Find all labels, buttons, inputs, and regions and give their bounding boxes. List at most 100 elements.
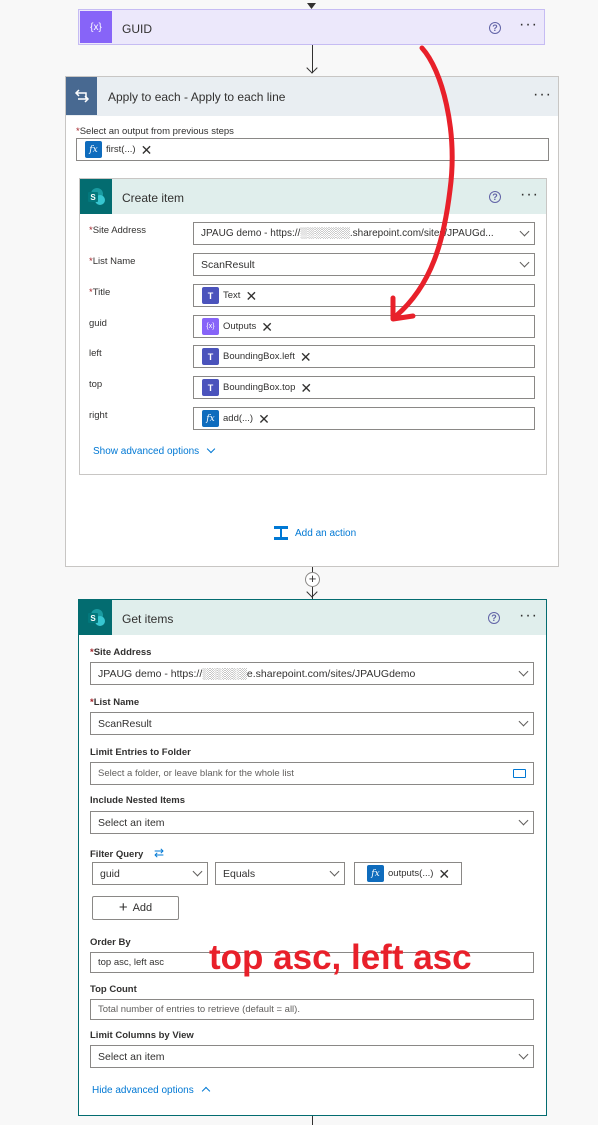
chevron-down-icon bbox=[206, 444, 216, 454]
top-count-input[interactable]: Total number of entries to retrieve (def… bbox=[90, 999, 534, 1020]
site-address-dropdown[interactable]: JPAUG demo - https://░░░░░░░.sharepoint.… bbox=[193, 222, 535, 245]
guid-field[interactable]: {x} Outputs ✕ bbox=[193, 315, 535, 338]
title-label: *Title bbox=[89, 287, 111, 298]
fx-icon: fx bbox=[367, 865, 384, 882]
create-item-header[interactable]: S Create item ? ··· bbox=[80, 179, 546, 214]
teams-icon: T bbox=[202, 348, 219, 365]
limit-columns-label: Limit Columns by View bbox=[90, 1030, 194, 1041]
chevron-down-icon bbox=[518, 1049, 529, 1060]
remove-token-icon[interactable]: ✕ bbox=[438, 867, 450, 881]
nested-items-dropdown[interactable]: Select an item bbox=[90, 811, 534, 834]
text-token[interactable]: T Text ✕ bbox=[202, 287, 257, 304]
loop-icon bbox=[66, 77, 97, 115]
get-items-header[interactable]: S Get items ? ··· bbox=[79, 600, 546, 635]
connector-arrow bbox=[306, 62, 318, 74]
filter-field-dropdown[interactable]: guid bbox=[92, 862, 208, 885]
sharepoint-icon: S bbox=[80, 179, 112, 214]
show-advanced-options-link[interactable]: Show advanced options bbox=[93, 444, 216, 457]
folder-input[interactable]: Select a folder, or leave blank for the … bbox=[90, 762, 534, 785]
add-action-icon bbox=[274, 526, 288, 540]
site-address-label: *Site Address bbox=[90, 647, 152, 658]
more-options-icon[interactable]: ··· bbox=[520, 187, 539, 203]
remove-token-icon[interactable]: ✕ bbox=[141, 143, 153, 157]
chevron-down-icon bbox=[518, 666, 529, 677]
apply-to-each-title: Apply to each - Apply to each line bbox=[108, 90, 286, 104]
remove-token-icon[interactable]: ✕ bbox=[245, 289, 257, 303]
select-output-label: *Select an output from previous steps bbox=[76, 126, 234, 137]
remove-token-icon[interactable]: ✕ bbox=[261, 320, 273, 334]
hide-advanced-options-link[interactable]: Hide advanced options bbox=[92, 1085, 210, 1096]
bounding-box-top-token[interactable]: T BoundingBox.top ✕ bbox=[202, 379, 312, 396]
more-options-icon[interactable]: ··· bbox=[519, 17, 538, 33]
help-icon[interactable]: ? bbox=[489, 191, 501, 203]
outputs-expression-token[interactable]: fx outputs(...) ✕ bbox=[367, 865, 450, 882]
svg-text:S: S bbox=[90, 193, 96, 202]
svg-text:S: S bbox=[90, 614, 96, 623]
help-icon[interactable]: ? bbox=[488, 612, 500, 624]
chevron-down-icon bbox=[519, 226, 530, 237]
include-nested-label: Include Nested Items bbox=[90, 795, 186, 806]
remove-token-icon[interactable]: ✕ bbox=[258, 412, 270, 426]
list-name-label: *List Name bbox=[89, 256, 136, 267]
select-output-field[interactable]: fx first(...) ✕ bbox=[76, 138, 549, 161]
limit-columns-dropdown[interactable]: Select an item bbox=[90, 1045, 534, 1068]
bounding-box-left-token[interactable]: T BoundingBox.left ✕ bbox=[202, 348, 312, 365]
remove-token-icon[interactable]: ✕ bbox=[300, 350, 312, 364]
left-field[interactable]: T BoundingBox.left ✕ bbox=[193, 345, 535, 368]
site-address-label: *Site Address bbox=[89, 225, 147, 236]
more-options-icon[interactable]: ··· bbox=[533, 87, 552, 103]
list-name-dropdown[interactable]: ScanResult bbox=[193, 253, 535, 276]
limit-entries-label: Limit Entries to Folder bbox=[90, 747, 191, 758]
chevron-down-icon bbox=[518, 815, 529, 826]
create-item-card: S Create item ? ··· *Site Address JPAUG … bbox=[79, 178, 547, 475]
variable-icon: {x} bbox=[202, 318, 219, 335]
create-item-title: Create item bbox=[122, 191, 185, 205]
filter-query-label: Filter Query ⇄ bbox=[90, 846, 165, 860]
apply-to-each-card: Apply to each - Apply to each line ··· *… bbox=[65, 76, 559, 567]
sharepoint-icon: S bbox=[79, 600, 112, 635]
variable-icon: {x} bbox=[80, 11, 112, 43]
fx-icon: fx bbox=[202, 410, 219, 427]
insert-step-plus-icon[interactable]: + bbox=[305, 572, 320, 587]
annotation-text: top asc, left asc bbox=[209, 938, 472, 977]
get-items-card: S Get items ? ··· *Site Address JPAUG de… bbox=[78, 599, 547, 1116]
guid-step-card[interactable]: {x} GUID ? ··· bbox=[78, 9, 545, 45]
apply-to-each-header[interactable]: Apply to each - Apply to each line ··· bbox=[66, 77, 558, 116]
chevron-down-icon bbox=[518, 716, 529, 727]
add-action-button[interactable]: Add an action bbox=[273, 525, 356, 541]
help-icon[interactable]: ? bbox=[489, 22, 501, 34]
get-items-title: Get items bbox=[122, 612, 174, 626]
plus-icon: + bbox=[118, 899, 128, 916]
filter-value-field[interactable]: fx outputs(...) ✕ bbox=[354, 862, 462, 885]
remove-token-icon[interactable]: ✕ bbox=[300, 381, 312, 395]
list-name-dropdown[interactable]: ScanResult bbox=[90, 712, 534, 735]
filter-operator-dropdown[interactable]: Equals bbox=[215, 862, 345, 885]
more-options-icon[interactable]: ··· bbox=[519, 608, 538, 624]
connector-line bbox=[312, 1116, 313, 1125]
connector-arrow bbox=[306, 586, 318, 598]
outputs-token[interactable]: {x} Outputs ✕ bbox=[202, 318, 273, 335]
top-count-label: Top Count bbox=[90, 984, 137, 995]
right-field[interactable]: fx add(...) ✕ bbox=[193, 407, 535, 430]
teams-icon: T bbox=[202, 379, 219, 396]
swap-icon[interactable]: ⇄ bbox=[154, 846, 164, 860]
title-field[interactable]: T Text ✕ bbox=[193, 284, 535, 307]
first-expression-token[interactable]: fx first(...) ✕ bbox=[85, 141, 152, 158]
site-address-dropdown[interactable]: JPAUG demo - https://░░░░░░e.sharepoint.… bbox=[90, 662, 534, 685]
top-connector-arrow bbox=[307, 0, 316, 9]
chevron-up-icon bbox=[201, 1086, 210, 1096]
top-field[interactable]: T BoundingBox.top ✕ bbox=[193, 376, 535, 399]
add-expression-token[interactable]: fx add(...) ✕ bbox=[202, 410, 270, 427]
guid-step-title: GUID bbox=[122, 22, 152, 36]
teams-icon: T bbox=[202, 287, 219, 304]
chevron-down-icon bbox=[329, 866, 340, 877]
folder-icon[interactable] bbox=[513, 769, 526, 778]
top-label: top bbox=[89, 379, 103, 390]
fx-icon: fx bbox=[85, 141, 102, 158]
order-by-label: Order By bbox=[90, 937, 131, 948]
chevron-down-icon bbox=[192, 866, 203, 877]
guid-label: guid bbox=[89, 318, 107, 329]
right-label: right bbox=[89, 410, 108, 421]
add-filter-button[interactable]: + Add bbox=[92, 896, 179, 920]
annotation-arrow bbox=[390, 45, 455, 322]
